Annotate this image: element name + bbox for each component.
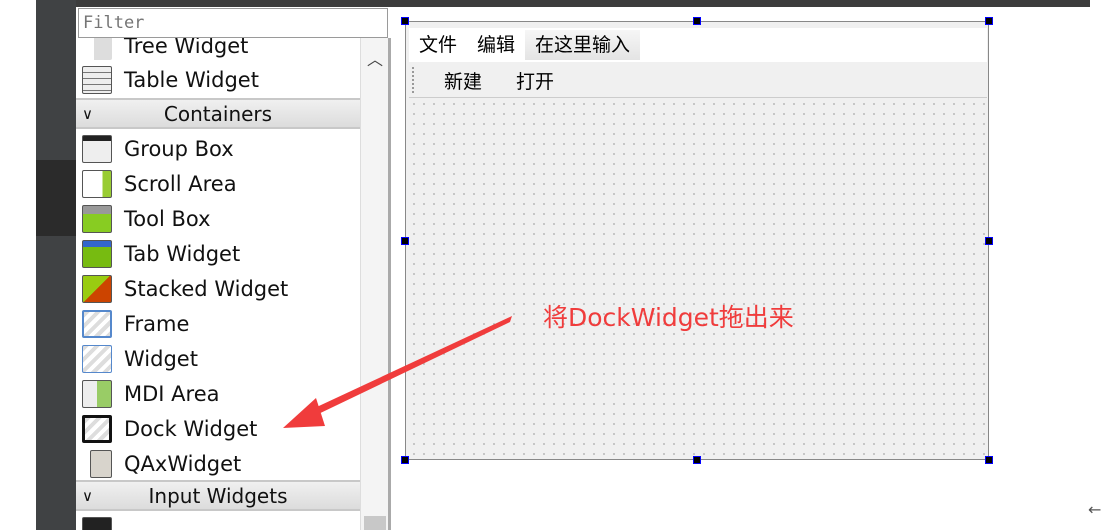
arrow-head (283, 398, 325, 428)
arrow-shaft (306, 316, 512, 418)
annotation-text: 将DockWidget拖出来 (543, 303, 794, 332)
annotation-arrow (283, 316, 512, 428)
arrow-left-icon[interactable]: ← (1088, 500, 1101, 519)
